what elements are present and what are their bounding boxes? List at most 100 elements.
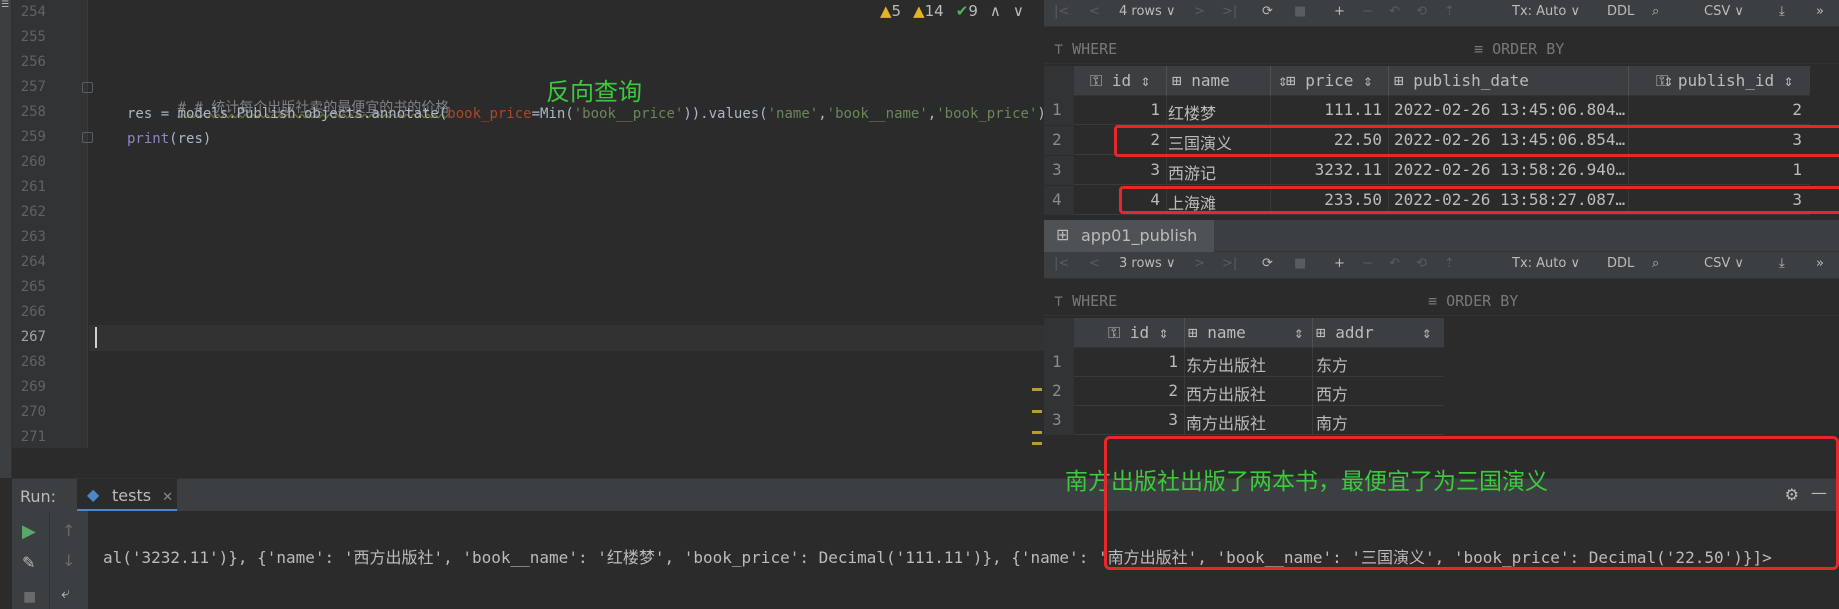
delete-row-icon[interactable]: −: [1362, 4, 1373, 19]
fold-marker-icon[interactable]: [82, 82, 93, 93]
table-row[interactable]: 2 2 西方出版社 西方: [1044, 377, 1444, 406]
more-icon[interactable]: »: [1816, 256, 1824, 271]
prev-page-icon[interactable]: <: [1089, 256, 1100, 271]
more-icon[interactable]: »: [1816, 4, 1824, 19]
row-count-select[interactable]: 3 rows ∨: [1119, 256, 1175, 271]
first-page-icon[interactable]: |<: [1054, 256, 1069, 271]
close-icon[interactable]: ✕: [162, 490, 173, 505]
stop-icon[interactable]: ■: [1294, 4, 1306, 19]
order-by-filter[interactable]: ≡ ORDER BY: [1474, 40, 1564, 58]
last-page-icon[interactable]: >|: [1222, 4, 1237, 19]
console-output[interactable]: al('3232.11')}, {'name': '西方出版社', 'book_…: [88, 436, 1839, 609]
cell-id[interactable]: 3: [1084, 160, 1160, 179]
add-row-icon[interactable]: +: [1334, 4, 1345, 19]
submit-icon[interactable]: ⟲: [1416, 4, 1427, 19]
cell-publish-date[interactable]: 2022-02-26 13:58:26.940…: [1394, 160, 1625, 179]
warning-count-value: 5: [891, 2, 902, 20]
column-header-publish-date[interactable]: ⊞ publish_date ⇕: [1394, 71, 1673, 90]
cell-publish-id[interactable]: 1: [1634, 160, 1802, 179]
upload-icon[interactable]: ⇡: [1444, 256, 1455, 271]
table-row[interactable]: 3 3 南方出版社 南方: [1044, 406, 1444, 435]
upload-icon[interactable]: ⇡: [1444, 4, 1455, 19]
tab-app01-publish[interactable]: ⊞ app01_publish: [1044, 220, 1214, 252]
chevron-up-icon[interactable]: ∧: [990, 2, 1001, 20]
row-number: 1: [1044, 96, 1074, 125]
warning-count[interactable]: ▲5: [880, 2, 901, 20]
run-play-icon[interactable]: ▶: [22, 521, 36, 542]
where-label: WHERE: [1072, 292, 1118, 310]
row-number: 2: [1044, 126, 1074, 155]
download-icon[interactable]: ⤓: [1779, 256, 1785, 271]
cell-publish-id[interactable]: 2: [1634, 100, 1802, 119]
inspection-widget[interactable]: ▲5 ▲14 ✔9 ∧ ∨: [880, 2, 1024, 20]
refresh-icon[interactable]: ⟳: [1262, 256, 1273, 271]
cell-addr[interactable]: 东方: [1316, 352, 1348, 376]
csv-format-select[interactable]: CSV ∨: [1704, 4, 1744, 19]
revert-icon[interactable]: ↶: [1389, 4, 1400, 19]
cell-publish-date[interactable]: 2022-02-26 13:45:06.804…: [1394, 100, 1625, 119]
soft-wrap-icon[interactable]: ⤶: [61, 583, 70, 603]
typo-count[interactable]: ✔9: [956, 2, 978, 20]
cell-name[interactable]: 东方出版社: [1186, 352, 1266, 376]
row-number: 3: [1044, 406, 1074, 435]
last-page-icon[interactable]: >|: [1222, 256, 1237, 271]
tx-mode-select[interactable]: Tx: Auto ∨: [1512, 256, 1580, 271]
cell-name[interactable]: 西方出版社: [1186, 381, 1266, 405]
next-page-icon[interactable]: >: [1194, 256, 1205, 271]
table-row[interactable]: 1 1 红楼梦 111.11 2022-02-26 13:45:06.804… …: [1044, 96, 1810, 125]
add-row-icon[interactable]: +: [1334, 256, 1345, 271]
row-count-select[interactable]: 4 rows ∨: [1119, 4, 1175, 19]
cell-name[interactable]: 南方出版社: [1186, 410, 1266, 434]
where-filter[interactable]: ⊤ WHERE: [1054, 292, 1117, 310]
delete-row-icon[interactable]: −: [1362, 256, 1373, 271]
table-row[interactable]: 1 1 东方出版社 东方: [1044, 348, 1444, 377]
cell-id[interactable]: 2: [1104, 381, 1178, 400]
download-icon[interactable]: ⤓: [1779, 4, 1785, 19]
line-number: 265: [20, 279, 46, 295]
code-token-param: book_price: [447, 106, 532, 122]
submit-icon[interactable]: ⟲: [1416, 256, 1427, 271]
csv-format-select[interactable]: CSV ∨: [1704, 256, 1744, 271]
scrollbar-markers[interactable]: [1032, 380, 1042, 450]
where-filter[interactable]: ⊤ WHERE: [1054, 40, 1117, 58]
search-icon[interactable]: ⌕: [1652, 4, 1659, 19]
arrow-up-icon[interactable]: ↑: [62, 521, 75, 540]
cell-name[interactable]: 西游记: [1168, 160, 1216, 184]
ddl-button[interactable]: DDL: [1607, 256, 1634, 271]
cell-addr[interactable]: 南方: [1316, 410, 1348, 434]
search-icon[interactable]: ⌕: [1652, 256, 1659, 271]
cell-addr[interactable]: 西方: [1316, 381, 1348, 405]
column-header-price[interactable]: ⊞ price ⇕: [1286, 71, 1373, 90]
column-header-id[interactable]: ⚿ id ⇕: [1108, 323, 1168, 343]
strip-icon[interactable]: ☰: [1, 0, 9, 10]
cell-name[interactable]: 红楼梦: [1168, 100, 1216, 124]
chevron-down-icon[interactable]: ∨: [1013, 2, 1024, 20]
next-page-icon[interactable]: >: [1194, 4, 1205, 19]
column-header-addr[interactable]: ⊞ addr ⇕: [1316, 323, 1432, 342]
cell-id[interactable]: 3: [1104, 410, 1178, 429]
weak-warning-count[interactable]: ▲14: [913, 2, 944, 20]
cell-id[interactable]: 1: [1104, 352, 1178, 371]
cell-id[interactable]: 1: [1084, 100, 1160, 119]
column-header-publish-id[interactable]: ⚿ publish_id ⇕: [1656, 71, 1793, 91]
refresh-icon[interactable]: ⟳: [1262, 4, 1273, 19]
fold-marker-icon[interactable]: [82, 132, 93, 143]
revert-icon[interactable]: ↶: [1389, 256, 1400, 271]
tx-mode-select[interactable]: Tx: Auto ∨: [1512, 4, 1580, 19]
cell-price[interactable]: 3232.11: [1270, 160, 1382, 179]
arrow-down-icon[interactable]: ↓: [62, 551, 75, 570]
ddl-button[interactable]: DDL: [1607, 4, 1634, 19]
wrench-icon[interactable]: ✎: [22, 553, 35, 572]
column-header-id[interactable]: ⚿ id ⇕: [1090, 71, 1150, 91]
order-by-filter[interactable]: ≡ ORDER BY: [1428, 292, 1518, 310]
column-header-name[interactable]: ⊞ name ⇕: [1188, 323, 1304, 342]
first-page-icon[interactable]: |<: [1054, 4, 1069, 19]
stop-icon[interactable]: ■: [23, 589, 36, 605]
cell-price[interactable]: 111.11: [1270, 100, 1382, 119]
table-row[interactable]: 3 3 西游记 3232.11 2022-02-26 13:58:26.940……: [1044, 156, 1810, 185]
code-token: (res): [169, 131, 212, 147]
prev-page-icon[interactable]: <: [1089, 4, 1100, 19]
stop-icon[interactable]: ■: [1294, 256, 1306, 271]
run-tab-tests[interactable]: ◆ tests ✕: [77, 479, 177, 512]
code-editor[interactable]: 254 255 256 257 258 259 260 261 262 263 …: [12, 0, 1046, 450]
